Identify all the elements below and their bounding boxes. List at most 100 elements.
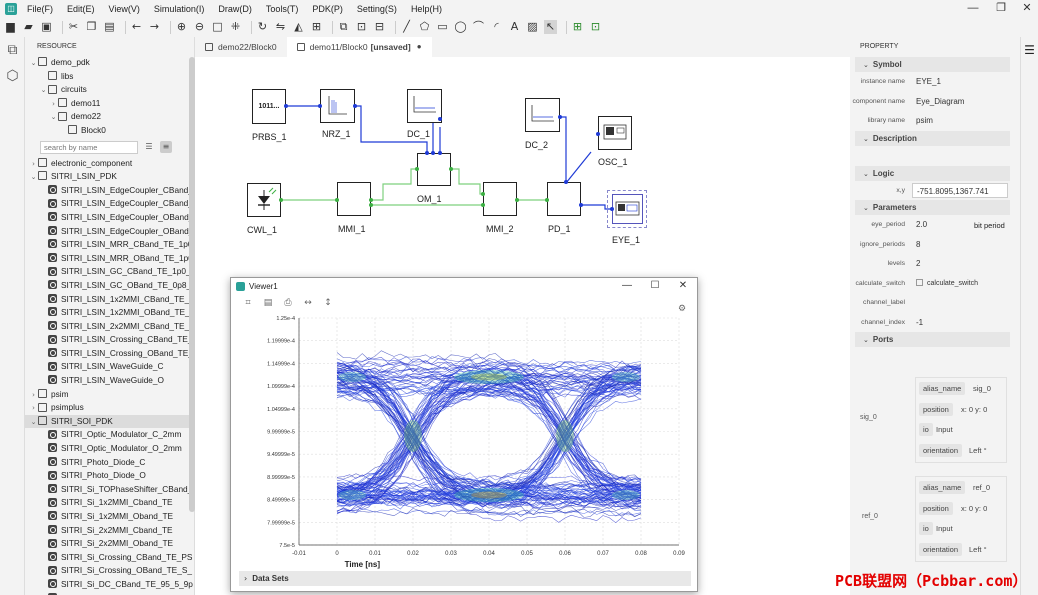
prbs-block[interactable]: 1011... [252,89,286,124]
osc-port[interactable] [596,132,600,136]
channel-label-field[interactable] [912,295,1008,310]
dc1-block[interactable] [407,89,442,123]
menu-edit[interactable]: Edit(E) [67,4,95,14]
instance-name-field[interactable]: EYE_1 [912,74,1008,89]
menu-tools[interactable]: Tools(T) [266,4,299,14]
tree-item[interactable]: SITRI_LSIN_1x2MMI_OBand_TE_0 [25,306,194,320]
curve-tool-icon[interactable]: ⌒ [472,20,485,34]
mmi1-in-port[interactable] [335,198,339,202]
sig0-orientation-field[interactable]: Left ° [966,444,990,457]
tree-item[interactable]: SITRI_LSIN_WaveGuide_O [25,374,194,388]
menu-help[interactable]: Help(H) [411,4,442,14]
ref0-position-field[interactable]: x: 0 y: 0 [958,502,990,515]
xy-field[interactable]: -751.8095,1367.741 [912,182,1008,198]
chevron-down-icon[interactable]: ⌄ [29,57,38,70]
tree-item[interactable]: Block0 [25,124,194,138]
viewer-maximize-icon[interactable]: ☐ [641,278,669,294]
chevron-right-icon[interactable]: › [29,158,38,171]
nrz-out-port[interactable] [353,104,357,108]
close-icon[interactable]: ✕ [1014,0,1038,17]
tree-item[interactable]: ⌄ circuits [25,83,194,97]
pd-in-port[interactable] [545,198,549,202]
ref0-io-field[interactable]: Input [933,522,956,535]
tree-item[interactable]: › demo11 [25,97,194,111]
tree-item[interactable]: SITRI_LSIN_EdgeCoupler_CBand_ [25,197,194,211]
section-ports[interactable]: ⌄ Ports [855,332,1010,347]
tree-item[interactable]: ⌄ demo22 [25,110,194,124]
tree-item[interactable]: SITRI_Optic_Modulator_O_2mm [25,442,194,456]
list-view-icon[interactable]: ≡ [160,141,172,154]
minimize-icon[interactable]: — [960,0,986,17]
filter-icon[interactable]: ☰ [143,141,155,153]
nrz-in-port[interactable] [318,104,322,108]
export-icon[interactable]: ⎙ [281,298,295,308]
tree-item[interactable]: SITRI_LSIN_Crossing_CBand_TE_ [25,333,194,347]
section-logic[interactable]: ⌄ Logic [855,165,1010,181]
menu-pdk[interactable]: PDK(P) [312,4,343,14]
tree-item[interactable]: SITRI_LSIN_GC_CBand_TE_1p0_ [25,265,194,279]
zoom-in-icon[interactable]: ⊕ [175,20,188,34]
explorer-icon[interactable]: ⧉ [0,37,25,63]
fit-view-icon[interactable]: ⌗ [241,298,255,308]
rectangle-tool-icon[interactable]: ▭ [436,20,449,34]
tree-item[interactable]: SITRI_LSIN_MRR_CBand_TE_1p0 [25,238,194,252]
unsaved-dot-icon[interactable]: ● [417,37,422,57]
group-icon[interactable]: ⧉ [337,20,350,34]
prbs-port[interactable] [284,104,288,108]
pentagon-tool-icon[interactable]: ⬠ [418,20,431,34]
tree-item[interactable]: SITRI_LSIN_2x2MMI_CBand_TE_ [25,320,194,334]
cwl-port[interactable] [279,198,283,202]
mmi2-in2-port[interactable] [481,203,485,207]
eye-block[interactable] [612,194,643,224]
library-name-field[interactable]: psim [912,113,1008,128]
viewer-minimize-icon[interactable]: — [613,278,641,294]
om-in-port[interactable] [415,167,419,171]
tree-item[interactable]: SITRI_Si_Crossing_OBand_TE_S_ [25,564,194,578]
save-icon[interactable]: ▣ [40,20,53,34]
component-name-field[interactable]: Eye_Diagram [912,94,1008,109]
tree-item[interactable]: SITRI_Si_1x2MMI_Cband_TE [25,496,194,510]
tree-item[interactable]: SITRI_Photo_Diode_C [25,456,194,470]
sig0-io-field[interactable]: Input [933,423,956,436]
line-tool-icon[interactable]: ╱ [400,20,413,34]
ellipse-tool-icon[interactable]: ◯ [454,20,467,34]
align-icon[interactable]: ⊞ [310,20,323,34]
text-tool-icon[interactable]: A [508,20,521,34]
chevron-right-icon[interactable]: › [49,98,58,111]
om-block[interactable] [417,153,451,186]
pd-top-port[interactable] [564,180,568,184]
flip-vertical-icon[interactable]: ◭ [292,20,305,34]
copy-icon[interactable]: ❐ [85,20,98,34]
om-port-a[interactable] [425,151,429,155]
channel-index-field[interactable]: -1 [912,315,1008,330]
menu-file[interactable]: File(F) [27,4,53,14]
tab-demo11-block0[interactable]: demo11/Block0 [unsaved] ● [286,37,432,57]
ungroup-icon[interactable]: ⊡ [355,20,368,34]
pd-block[interactable] [547,182,581,216]
sig0-alias-field[interactable]: sig_0 [970,382,994,395]
cwl-block[interactable] [247,183,281,217]
tree-item[interactable]: SITRI_LSIN_MRR_OBand_TE_1p0 [25,252,194,266]
mmi2-block[interactable] [483,182,517,216]
tree-item[interactable]: SITRI_Si_TOPhaseShifter_CBand_ [25,483,194,497]
open-folder-icon[interactable]: ▰ [22,20,35,34]
nrz-block[interactable] [320,89,355,123]
section-description[interactable]: ⌄ Description [855,130,1010,146]
ignore-periods-field[interactable]: 8 [912,237,1008,252]
chevron-right-icon[interactable]: › [29,402,38,415]
dc2-block[interactable] [525,98,560,132]
osc-block[interactable] [598,116,632,150]
om-out-port[interactable] [449,167,453,171]
tree-item[interactable]: › psim [25,388,194,402]
menu-simulation[interactable]: Simulation(I) [154,4,205,14]
save-image-icon[interactable]: ▤ [261,298,275,308]
tree-item[interactable]: ⌄ demo_pdk [25,56,194,70]
tree-item[interactable]: SITRI_LSIN_WaveGuide_C [25,360,194,374]
flip-horizontal-icon[interactable]: ⇋ [274,20,287,34]
paste-icon[interactable]: ▤ [103,20,116,34]
chevron-down-icon[interactable]: ⌄ [29,171,38,184]
menu-view[interactable]: View(V) [109,4,140,14]
section-parameters[interactable]: ⌄ Parameters [855,200,1010,215]
port-icon[interactable]: ⊡ [589,20,602,34]
tree-item[interactable]: › psimplus [25,401,194,415]
